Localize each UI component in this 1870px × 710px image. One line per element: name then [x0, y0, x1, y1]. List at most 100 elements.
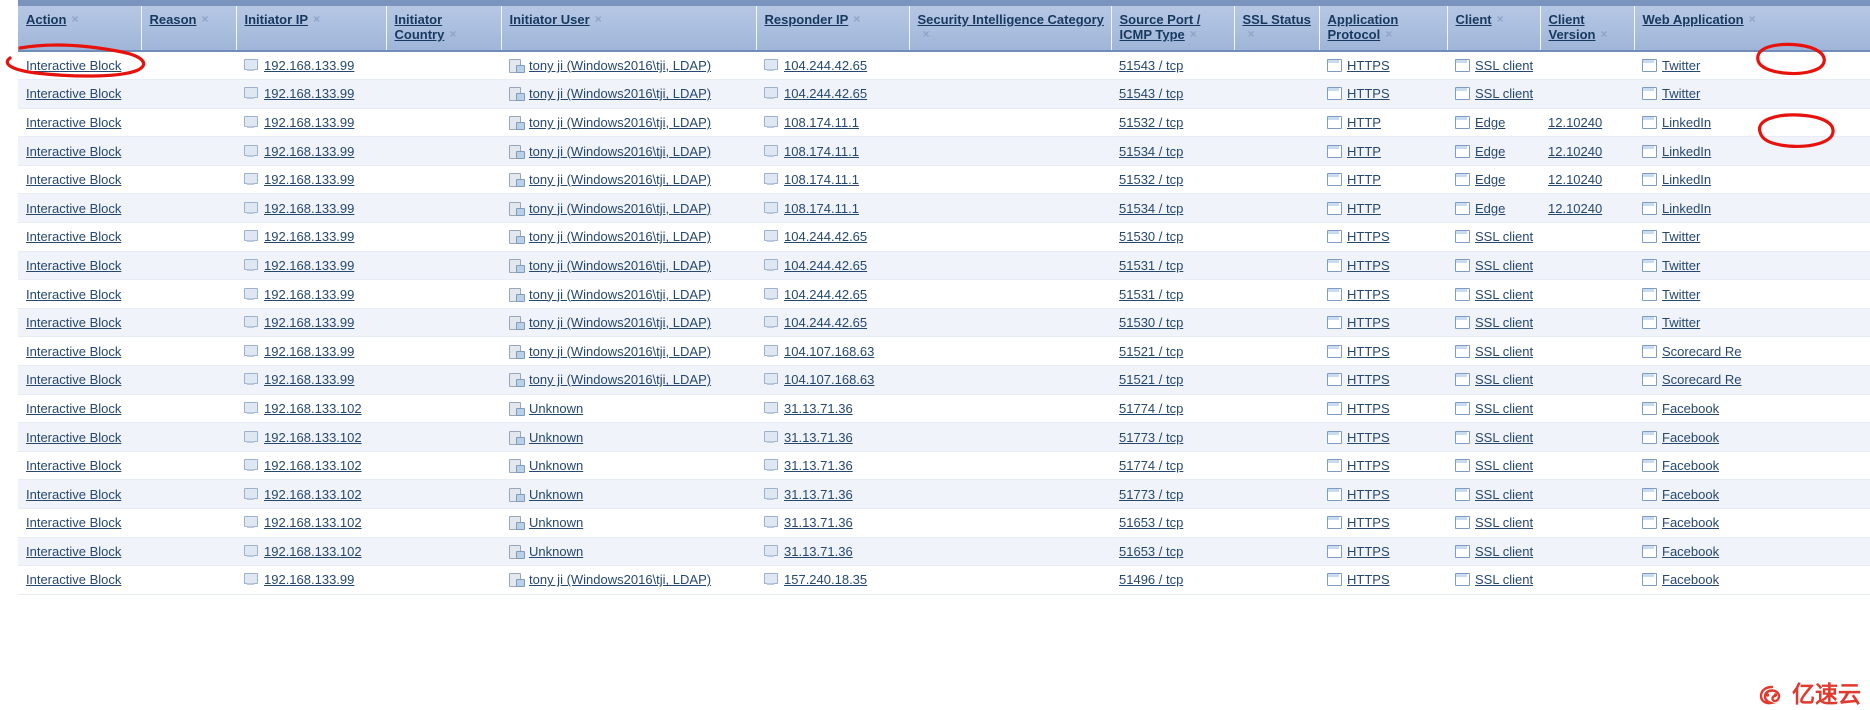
client-link[interactable]: SSL client	[1475, 229, 1533, 244]
initiator-user-link[interactable]: Unknown	[529, 430, 583, 445]
client-link[interactable]: SSL client	[1475, 458, 1533, 473]
action-link[interactable]: Interactive Block	[26, 544, 121, 559]
source-port-link[interactable]: 51653 / tcp	[1119, 515, 1183, 530]
column-header-application-protocol[interactable]: Application Protocol ×	[1319, 6, 1448, 52]
web-application-link[interactable]: Facebook	[1662, 515, 1719, 530]
column-header-label[interactable]: Source Port / ICMP Type	[1120, 12, 1201, 42]
column-header-label[interactable]: Client	[1456, 12, 1492, 27]
column-close-icon[interactable]: ×	[1190, 27, 1197, 42]
web-application-link[interactable]: Facebook	[1662, 572, 1719, 587]
client-link[interactable]: SSL client	[1475, 287, 1533, 302]
client-link[interactable]: SSL client	[1475, 544, 1533, 559]
web-application-link[interactable]: LinkedIn	[1662, 144, 1711, 159]
column-header-client[interactable]: Client ×	[1447, 6, 1541, 52]
initiator-ip-link[interactable]: 192.168.133.99	[264, 201, 354, 216]
web-application-link[interactable]: LinkedIn	[1662, 201, 1711, 216]
responder-ip-link[interactable]: 31.13.71.36	[784, 487, 853, 502]
source-port-link[interactable]: 51531 / tcp	[1119, 258, 1183, 273]
column-header-label[interactable]: Responder IP	[765, 12, 849, 27]
column-header-label[interactable]: Action	[26, 12, 66, 27]
web-application-link[interactable]: Twitter	[1662, 229, 1700, 244]
client-link[interactable]: Edge	[1475, 201, 1505, 216]
responder-ip-link[interactable]: 104.244.42.65	[784, 58, 867, 73]
column-close-icon[interactable]: ×	[71, 12, 78, 27]
initiator-ip-link[interactable]: 192.168.133.99	[264, 344, 354, 359]
source-port-link[interactable]: 51543 / tcp	[1119, 58, 1183, 73]
responder-ip-link[interactable]: 31.13.71.36	[784, 401, 853, 416]
app-protocol-link[interactable]: HTTPS	[1347, 315, 1390, 330]
client-link[interactable]: SSL client	[1475, 372, 1533, 387]
column-close-icon[interactable]: ×	[1600, 27, 1607, 42]
table-row[interactable]: Interactive Block 192.168.133.99 tony ji (…	[18, 193, 1870, 224]
web-application-link[interactable]: Facebook	[1662, 544, 1719, 559]
table-row[interactable]: Interactive Block 192.168.133.99 tony ji (…	[18, 165, 1870, 195]
client-link[interactable]: SSL client	[1475, 315, 1533, 330]
app-protocol-link[interactable]: HTTPS	[1347, 401, 1390, 416]
app-protocol-link[interactable]: HTTP	[1347, 172, 1381, 187]
responder-ip-link[interactable]: 104.107.168.63	[784, 344, 874, 359]
column-close-icon[interactable]: ×	[1497, 12, 1504, 27]
app-protocol-link[interactable]: HTTPS	[1347, 572, 1390, 587]
source-port-link[interactable]: 51534 / tcp	[1119, 144, 1183, 159]
action-link[interactable]: Interactive Block	[26, 315, 121, 330]
initiator-user-link[interactable]: tony ji (Windows2016\tji, LDAP)	[529, 258, 711, 273]
column-header-label[interactable]: Initiator Country	[395, 12, 445, 42]
table-row[interactable]: Interactive Block 192.168.133.99 tony ji (…	[18, 108, 1870, 138]
initiator-ip-link[interactable]: 192.168.133.102	[264, 487, 362, 502]
action-link[interactable]: Interactive Block	[26, 86, 121, 101]
action-link[interactable]: Interactive Block	[26, 344, 121, 359]
web-application-link[interactable]: Twitter	[1662, 86, 1700, 101]
column-header-label[interactable]: Reason	[150, 12, 197, 27]
web-application-link[interactable]: LinkedIn	[1662, 172, 1711, 187]
initiator-user-link[interactable]: tony ji (Windows2016\tji, LDAP)	[529, 372, 711, 387]
source-port-link[interactable]: 51532 / tcp	[1119, 172, 1183, 187]
action-link[interactable]: Interactive Block	[26, 372, 121, 387]
initiator-user-link[interactable]: tony ji (Windows2016\tji, LDAP)	[529, 86, 711, 101]
column-close-icon[interactable]: ×	[313, 12, 320, 27]
initiator-user-link[interactable]: Unknown	[529, 515, 583, 530]
initiator-user-link[interactable]: Unknown	[529, 544, 583, 559]
web-application-link[interactable]: Twitter	[1662, 258, 1700, 273]
client-link[interactable]: SSL client	[1475, 430, 1533, 445]
web-application-link[interactable]: Facebook	[1662, 458, 1719, 473]
source-port-link[interactable]: 51521 / tcp	[1119, 372, 1183, 387]
initiator-ip-link[interactable]: 192.168.133.102	[264, 430, 362, 445]
column-close-icon[interactable]: ×	[1248, 27, 1255, 42]
initiator-ip-link[interactable]: 192.168.133.102	[264, 515, 362, 530]
source-port-link[interactable]: 51531 / tcp	[1119, 287, 1183, 302]
app-protocol-link[interactable]: HTTPS	[1347, 58, 1390, 73]
responder-ip-link[interactable]: 104.244.42.65	[784, 258, 867, 273]
responder-ip-link[interactable]: 104.244.42.65	[784, 86, 867, 101]
responder-ip-link[interactable]: 31.13.71.36	[784, 544, 853, 559]
table-row[interactable]: Interactive Block 192.168.133.99 tony ji (…	[18, 51, 1870, 81]
responder-ip-link[interactable]: 31.13.71.36	[784, 458, 853, 473]
web-application-link[interactable]: Twitter	[1662, 287, 1700, 302]
source-port-link[interactable]: 51521 / tcp	[1119, 344, 1183, 359]
web-application-link[interactable]: Twitter	[1662, 315, 1700, 330]
source-port-link[interactable]: 51653 / tcp	[1119, 544, 1183, 559]
responder-ip-link[interactable]: 157.240.18.35	[784, 572, 867, 587]
web-application-link[interactable]: Scorecard Re	[1662, 344, 1741, 359]
column-close-icon[interactable]: ×	[1385, 27, 1392, 42]
app-protocol-link[interactable]: HTTP	[1347, 201, 1381, 216]
column-header-responder-ip[interactable]: Responder IP ×	[756, 6, 910, 52]
table-row[interactable]: Interactive Block 192.168.133.99 tony ji (…	[18, 308, 1870, 338]
column-header-label[interactable]: Security Intelligence Category	[918, 12, 1104, 27]
web-application-link[interactable]: Facebook	[1662, 487, 1719, 502]
action-link[interactable]: Interactive Block	[26, 458, 121, 473]
web-application-link[interactable]: Scorecard Re	[1662, 372, 1741, 387]
source-port-link[interactable]: 51774 / tcp	[1119, 458, 1183, 473]
initiator-ip-link[interactable]: 192.168.133.99	[264, 315, 354, 330]
column-close-icon[interactable]: ×	[1749, 12, 1756, 27]
initiator-user-link[interactable]: tony ji (Windows2016\tji, LDAP)	[529, 201, 711, 216]
app-protocol-link[interactable]: HTTPS	[1347, 86, 1390, 101]
responder-ip-link[interactable]: 108.174.11.1	[784, 115, 859, 130]
client-link[interactable]: SSL client	[1475, 344, 1533, 359]
action-link[interactable]: Interactive Block	[26, 487, 121, 502]
column-header-initiator-ip[interactable]: Initiator IP ×	[236, 6, 387, 52]
client-link[interactable]: Edge	[1475, 172, 1505, 187]
action-link[interactable]: Interactive Block	[26, 144, 121, 159]
source-port-link[interactable]: 51773 / tcp	[1119, 487, 1183, 502]
table-row[interactable]: Interactive Block 192.168.133.102 Unknown 3…	[18, 479, 1870, 509]
source-port-link[interactable]: 51534 / tcp	[1119, 201, 1183, 216]
